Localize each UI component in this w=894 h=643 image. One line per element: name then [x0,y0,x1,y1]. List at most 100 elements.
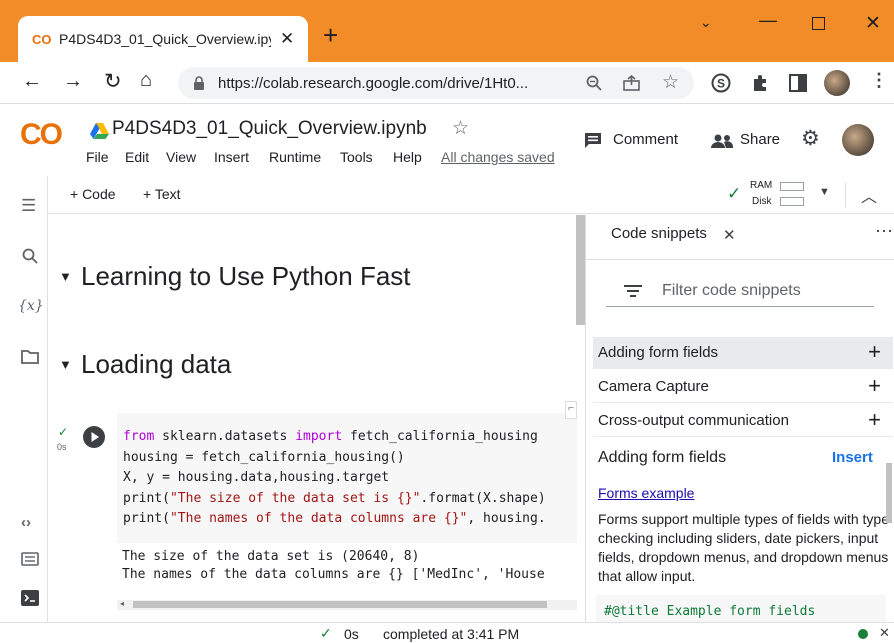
share-page-icon[interactable] [623,75,640,91]
profile-avatar[interactable] [824,70,850,96]
comment-button[interactable]: Comment [613,131,678,148]
filter-snippets-input[interactable]: Filter code snippets [606,273,874,307]
add-text-button[interactable]: + Text [143,186,181,202]
horizontal-scrollbar[interactable]: ◂ [117,599,577,610]
extension-s-icon[interactable]: S [711,73,731,93]
add-code-button[interactable]: + Code [70,186,116,202]
terminal-icon[interactable] [21,590,39,606]
snippet-item[interactable]: Cross-output communication + [593,405,893,437]
panel-scrollbar[interactable] [886,463,892,523]
maximize-icon[interactable] [812,17,825,30]
snippet-label: Cross-output communication [598,412,789,429]
forms-example-link[interactable]: Forms example [598,485,694,501]
forward-icon[interactable]: → [63,70,83,93]
colab-logo[interactable]: CO [20,118,63,152]
panel-divider [586,259,894,260]
connection-status-dot [858,629,868,639]
status-check-icon: ✓ [320,625,332,641]
browser-tab-strip: CO P4DS4D3_01_Quick_Overview.ipyr ✕ + ⌄ … [0,0,894,62]
side-panel-icon[interactable] [789,74,807,92]
menu-tools[interactable]: Tools [340,149,373,165]
snippet-label: Adding form fields [598,344,719,361]
zoom-icon[interactable] [586,75,602,91]
menu-file[interactable]: File [86,149,109,165]
files-folder-icon[interactable] [21,349,39,364]
save-status[interactable]: All changes saved [441,149,555,165]
disk-meter[interactable] [780,197,804,206]
code-snippets-panel: Code snippets ✕ ⋯ Filter code snippets A… [585,215,894,622]
code-cell[interactable]: from sklearn.datasets import fetch_calif… [117,413,577,543]
snippet-code-preview: #@title Example form fields [596,595,886,622]
snippet-item[interactable]: Camera Capture + [593,371,893,403]
collapse-section-icon[interactable]: ▼ [59,269,72,284]
omnibox[interactable]: https://colab.research.google.com/drive/… [178,67,694,99]
new-tab-icon[interactable]: + [323,22,338,48]
user-avatar[interactable] [842,124,874,156]
home-icon[interactable]: ⌂ [140,69,152,92]
snippet-label: Camera Capture [598,378,709,395]
table-of-contents-icon[interactable]: ☰ [21,196,36,216]
code-editor[interactable]: from sklearn.datasets import fetch_calif… [123,427,546,530]
bookmark-star-icon[interactable]: ☆ [662,71,679,94]
vertical-scrollbar[interactable] [576,215,585,325]
runtime-dropdown-icon[interactable]: ▼ [819,186,830,198]
browser-tab[interactable]: CO P4DS4D3_01_Quick_Overview.ipyr ✕ [18,16,308,62]
search-icon[interactable] [22,248,38,264]
scroll-left-icon[interactable]: ◂ [120,599,124,608]
back-icon[interactable]: ← [22,70,42,93]
close-status-icon[interactable]: ✕ [879,625,890,641]
lock-icon [194,76,204,90]
collapse-header-icon[interactable]: ︿ [861,183,877,207]
colab-favicon-icon: CO [32,32,52,47]
colab-header: CO P4DS4D3_01_Quick_Overview.ipynb ☆ Fil… [0,104,894,176]
menu-insert[interactable]: Insert [214,149,249,165]
scrollbar-thumb[interactable] [133,601,547,608]
browser-menu-icon[interactable]: ⋮ [870,70,888,91]
svg-text:S: S [717,77,725,91]
snippet-detail-title: Adding form fields [598,449,727,466]
add-snippet-icon[interactable]: + [868,407,881,433]
string-literal: "The size of the data set is {}" [169,490,421,506]
left-rail: ☰ {x} ‹› [0,176,48,622]
insert-snippet-button[interactable]: Insert [832,449,873,466]
status-message[interactable]: completed at 3:41 PM [383,626,519,642]
reload-icon[interactable]: ↻ [104,69,122,94]
more-options-icon[interactable]: ⋯ [875,221,893,242]
variables-icon[interactable]: {x} [18,298,44,314]
add-snippet-icon[interactable]: + [868,339,881,365]
disk-label: Disk [752,196,772,207]
tab-title: P4DS4D3_01_Quick_Overview.ipyr [59,31,271,47]
menu-edit[interactable]: Edit [125,149,149,165]
output-line: The size of the data set is (20640, 8) [122,549,420,564]
snippet-item[interactable]: Adding form fields + [593,337,893,369]
ram-meter[interactable] [780,182,804,191]
close-panel-icon[interactable]: ✕ [723,226,736,244]
ram-label: RAM [750,180,773,191]
heading-loading-data: Loading data [81,349,232,379]
menu-runtime[interactable]: Runtime [269,149,321,165]
collapse-section-icon[interactable]: ▼ [59,357,72,372]
snippet-description: Forms support multiple types of fields w… [598,511,890,584]
status-elapsed: 0s [344,626,359,642]
notebook-title[interactable]: P4DS4D3_01_Quick_Overview.ipynb [112,118,427,140]
tab-search-chevron-icon[interactable]: ⌄ [700,14,712,31]
cell-exec-time: 0s [57,442,67,452]
star-icon[interactable]: ☆ [452,117,469,140]
menu-view[interactable]: View [166,149,196,165]
heading-learning-python: Learning to Use Python Fast [81,261,411,291]
minimize-icon[interactable]: — [759,10,777,31]
close-tab-icon[interactable]: ✕ [280,29,294,49]
tab-code-snippets[interactable]: Code snippets [611,225,707,242]
run-cell-icon[interactable] [83,426,105,448]
settings-gear-icon[interactable]: ⚙ [801,126,820,151]
command-palette-icon[interactable] [21,552,39,566]
window-close-icon[interactable]: ✕ [865,12,881,35]
share-people-icon [711,134,734,148]
cell-collapse-handle[interactable]: ⌐ [565,401,577,419]
add-snippet-icon[interactable]: + [868,373,881,399]
extensions-puzzle-icon[interactable] [751,73,769,93]
cell-output: The size of the data set is (20640, 8) T… [122,548,545,584]
code-snippets-icon[interactable]: ‹› [21,514,31,531]
share-button[interactable]: Share [740,131,780,148]
menu-help[interactable]: Help [393,149,422,165]
